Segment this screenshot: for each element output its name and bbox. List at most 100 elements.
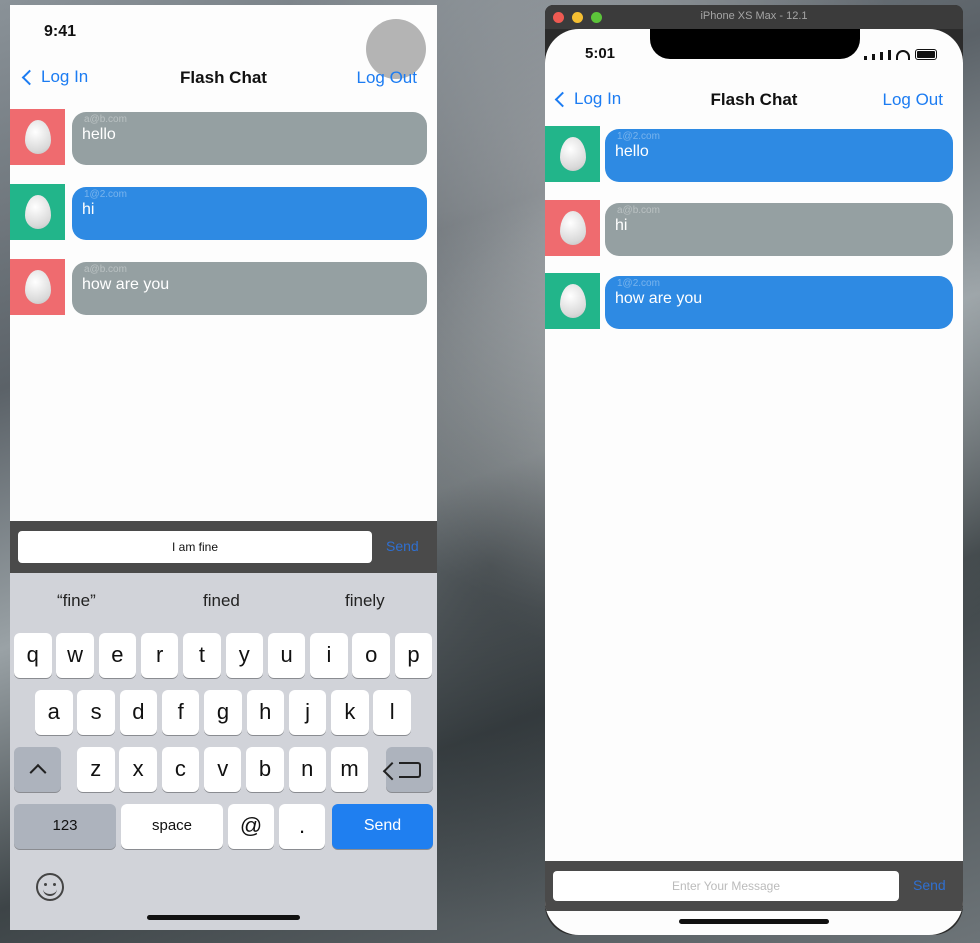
key-o[interactable]: o [352, 633, 390, 678]
key-d[interactable]: d [119, 690, 158, 735]
key-f[interactable]: f [161, 690, 200, 735]
numbers-key[interactable]: 123 [14, 804, 116, 849]
home-indicator [679, 919, 829, 924]
key-m[interactable]: m [330, 747, 369, 792]
dot-key[interactable]: . [279, 804, 325, 849]
key-j[interactable]: j [288, 690, 327, 735]
message-input[interactable]: I am fine [18, 531, 372, 563]
message-sender: 1@2.com [84, 189, 127, 200]
predictive-bar: “fine” fined finely [10, 573, 437, 625]
key-u[interactable]: u [267, 633, 306, 678]
signal-icon [872, 54, 875, 60]
space-key[interactable]: space [121, 804, 223, 849]
message-row: 1@2.com hi [10, 184, 437, 240]
logout-button[interactable]: Log Out [357, 68, 418, 88]
message-bubble: 1@2.com hello [605, 129, 953, 182]
keyboard: “fine” fined finely qwertyuiop asdfghjkl z… [10, 573, 437, 930]
message-row: 1@2.com hello [545, 126, 963, 182]
message-bubble: a@b.com how are you [72, 262, 427, 315]
message-bubble: 1@2.com how are you [605, 276, 953, 329]
backspace-key[interactable] [386, 747, 433, 792]
key-t[interactable]: t [183, 633, 221, 678]
key-p[interactable]: p [394, 633, 433, 678]
message-bubble: a@b.com hi [605, 203, 953, 256]
message-text: how are you [615, 290, 703, 307]
prediction-suggestion[interactable]: fined [203, 591, 240, 611]
message-text: hi [615, 217, 628, 234]
message-sender: a@b.com [84, 114, 127, 125]
avatar [10, 184, 65, 240]
emoji-icon[interactable] [36, 873, 64, 901]
key-k[interactable]: k [331, 690, 369, 735]
avatar [10, 109, 65, 165]
key-q[interactable]: q [14, 633, 52, 678]
key-i[interactable]: i [310, 633, 348, 678]
window-title: iPhone XS Max - 12.1 [700, 10, 808, 22]
shift-key[interactable] [14, 747, 61, 792]
egg-avatar-icon [24, 195, 51, 229]
key-r[interactable]: r [140, 633, 179, 678]
wifi-icon [896, 50, 910, 60]
avatar [545, 126, 600, 182]
device-screen-right: 5:01 Log In Flash Chat Log Out 1@2.com h… [545, 29, 963, 935]
backspace-icon [398, 761, 421, 778]
message-sender: a@b.com [617, 205, 660, 216]
send-button[interactable]: Send [386, 538, 419, 554]
key-c[interactable]: c [161, 747, 200, 792]
battery-icon [915, 49, 937, 60]
composer-bar: I am fine Send [10, 521, 437, 573]
composer-bar: Enter Your Message Send [545, 861, 963, 911]
navigation-bar: Log In Flash Chat Log Out [545, 81, 963, 121]
key-w[interactable]: w [56, 633, 94, 678]
message-bubble: 1@2.com hi [72, 187, 427, 240]
avatar [545, 273, 600, 329]
device-notch [650, 29, 860, 59]
status-time: 9:41 [44, 23, 77, 40]
key-y[interactable]: y [225, 633, 264, 678]
key-z[interactable]: z [77, 747, 115, 792]
simulator-window: iPhone XS Max - 12.1 5:01 Log In Flash C… [545, 5, 963, 935]
message-row: a@b.com hello [10, 109, 437, 165]
key-g[interactable]: g [204, 690, 242, 735]
key-l[interactable]: l [373, 690, 411, 735]
key-v[interactable]: v [203, 747, 242, 792]
egg-avatar-icon [24, 120, 51, 154]
home-indicator [147, 915, 300, 920]
message-input[interactable]: Enter Your Message [553, 871, 899, 901]
key-e[interactable]: e [98, 633, 137, 678]
avatar [10, 259, 65, 315]
keyboard-send-key[interactable]: Send [332, 804, 433, 849]
signal-icon [880, 52, 883, 60]
signal-icon [888, 50, 891, 60]
send-button[interactable]: Send [913, 877, 946, 893]
status-time: 5:01 [585, 45, 616, 62]
message-sender: 1@2.com [617, 278, 660, 289]
key-n[interactable]: n [288, 747, 327, 792]
message-row: a@b.com how are you [10, 259, 437, 315]
logout-button[interactable]: Log Out [883, 90, 944, 110]
shift-arrow-icon [29, 763, 46, 781]
message-text: hi [82, 201, 95, 218]
message-row: a@b.com hi [545, 200, 963, 256]
at-key[interactable]: @ [228, 804, 274, 849]
avatar [545, 200, 600, 256]
message-text: hello [615, 143, 649, 160]
message-text: how are you [82, 276, 170, 293]
prediction-suggestion[interactable]: “fine” [57, 591, 96, 611]
key-s[interactable]: s [77, 690, 115, 735]
key-a[interactable]: a [35, 690, 73, 735]
message-sender: 1@2.com [617, 131, 660, 142]
egg-avatar-icon [559, 284, 586, 318]
device-screen-left: 9:41 Log In Flash Chat Log Out a@b.com h… [10, 5, 437, 930]
message-bubble: a@b.com hello [72, 112, 427, 165]
status-indicators [864, 49, 937, 60]
key-h[interactable]: h [246, 690, 285, 735]
window-titlebar: iPhone XS Max - 12.1 [545, 5, 963, 29]
message-text: hello [82, 126, 116, 143]
key-b[interactable]: b [246, 747, 284, 792]
egg-avatar-icon [559, 137, 586, 171]
navigation-bar: Log In Flash Chat Log Out [10, 59, 437, 99]
key-x[interactable]: x [119, 747, 157, 792]
prediction-suggestion[interactable]: finely [345, 591, 385, 611]
message-row: 1@2.com how are you [545, 273, 963, 329]
